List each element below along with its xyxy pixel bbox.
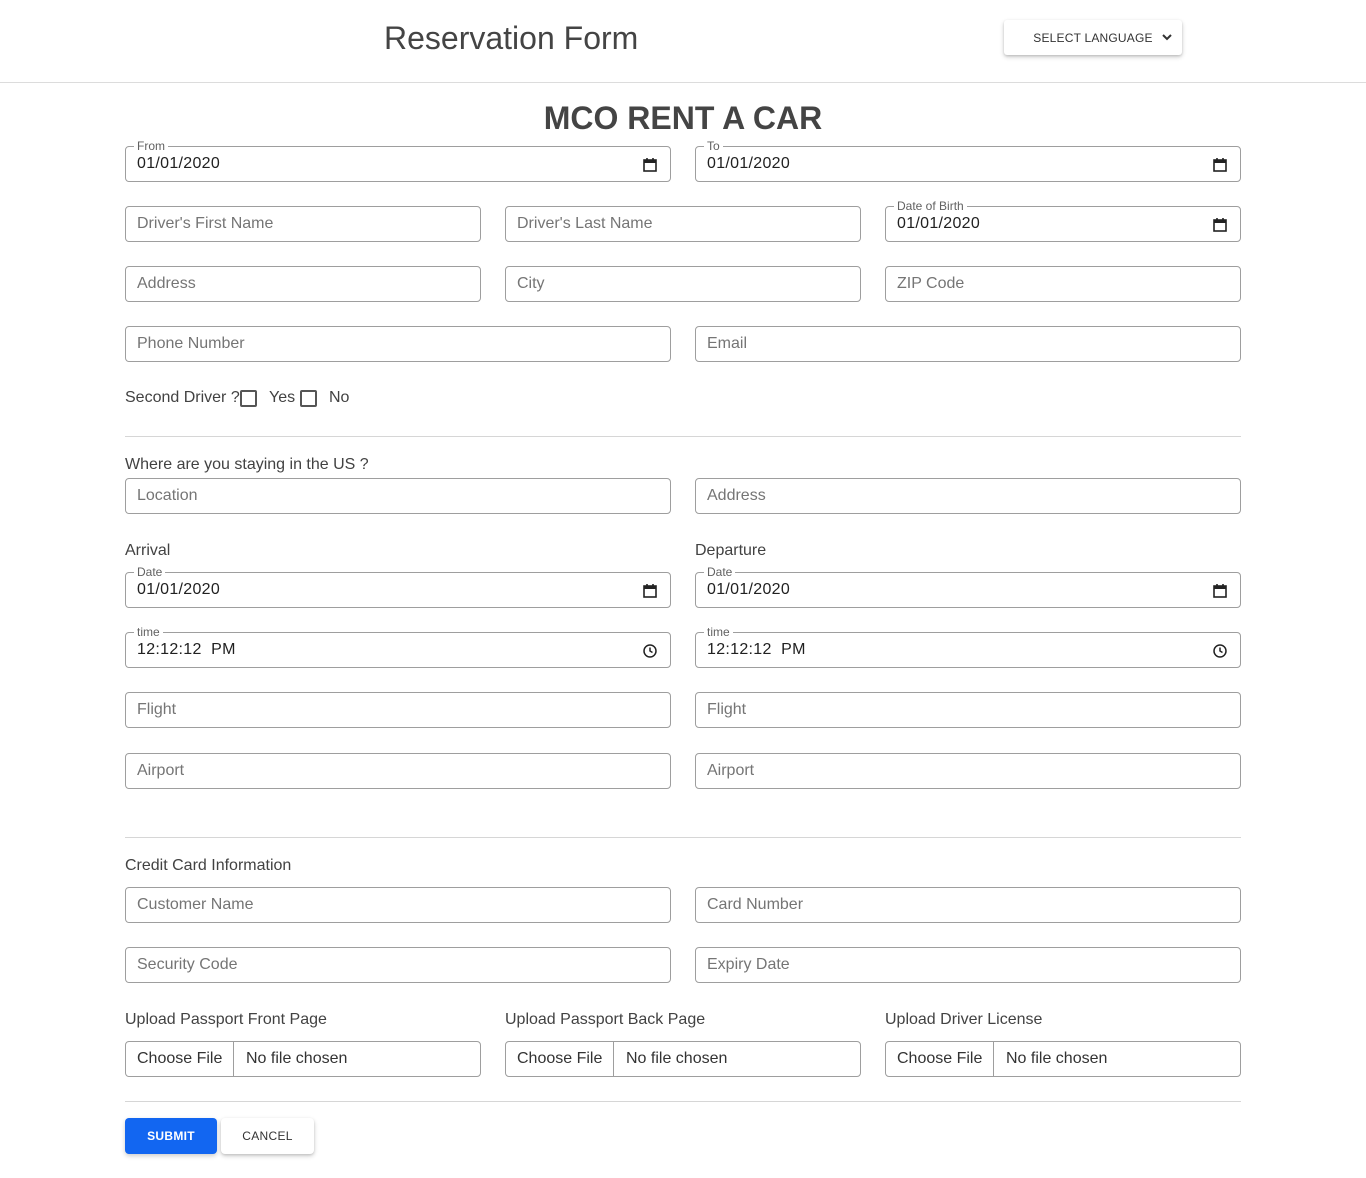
arrival-airport-field[interactable]: Airport (125, 753, 671, 789)
calendar-icon[interactable] (642, 157, 658, 173)
stay-address-field[interactable]: Address (695, 478, 1241, 514)
app-title: Reservation Form (384, 20, 639, 56)
credit-card-heading: Credit Card Information (125, 857, 292, 874)
security-code-field[interactable]: Security Code (125, 947, 671, 983)
upload-driver-license-label: Upload Driver License (885, 1011, 1043, 1028)
upload-passport-front-label: Upload Passport Front Page (125, 1011, 327, 1028)
departure-date-label: Date (704, 565, 736, 579)
cancel-button[interactable]: CANCEL (221, 1118, 314, 1154)
stay-address-placeholder: Address (707, 487, 766, 504)
departure-airport-placeholder: Airport (707, 762, 755, 779)
clock-icon[interactable] (642, 643, 658, 659)
departure-date-value: 01/01/2020 (707, 581, 791, 598)
divider (125, 436, 1241, 437)
choose-file-button[interactable]: Choose File (886, 1042, 994, 1076)
upload-passport-back-label: Upload Passport Back Page (505, 1011, 706, 1028)
divider (125, 837, 1241, 838)
arrival-flight-placeholder: Flight (137, 701, 177, 718)
arrival-time-field[interactable]: time 12:12:12 PM (125, 625, 671, 668)
upload-passport-front-input[interactable]: Choose File No file chosen (125, 1041, 481, 1077)
expiry-date-field[interactable]: Expiry Date (695, 947, 1241, 983)
language-select-label: SELECT LANGUAGE (1033, 30, 1153, 45)
card-number-placeholder: Card Number (707, 896, 804, 913)
choose-file-button[interactable]: Choose File (506, 1042, 614, 1076)
departure-flight-placeholder: Flight (707, 701, 747, 718)
arrival-date-value: 01/01/2020 (137, 581, 221, 598)
customer-name-placeholder: Customer Name (137, 896, 254, 913)
to-date-value: 01/01/2020 (707, 155, 791, 172)
arrival-airport-placeholder: Airport (137, 762, 185, 779)
phone-field[interactable]: Phone Number (125, 326, 671, 362)
city-placeholder: City (517, 275, 545, 292)
zip-placeholder: ZIP Code (897, 275, 965, 292)
address-field[interactable]: Address (125, 266, 481, 302)
departure-airport-field[interactable]: Airport (695, 753, 1241, 789)
customer-name-field[interactable]: Customer Name (125, 887, 671, 923)
city-field[interactable]: City (505, 266, 861, 302)
file-status: No file chosen (626, 1050, 728, 1067)
divider (125, 1101, 1241, 1102)
dob-field[interactable]: Date of Birth 01/01/2020 (885, 199, 1241, 242)
from-date-field[interactable]: From 01/01/2020 (125, 139, 671, 182)
upload-passport-back-input[interactable]: Choose File No file chosen (505, 1041, 861, 1077)
from-date-label: From (134, 139, 168, 153)
stay-location-field[interactable]: Location (125, 478, 671, 514)
calendar-icon[interactable] (1212, 217, 1228, 233)
file-status: No file chosen (1006, 1050, 1108, 1067)
address-placeholder: Address (137, 275, 196, 292)
last-name-placeholder: Driver's Last Name (517, 215, 653, 232)
choose-file-button[interactable]: Choose File (126, 1042, 234, 1076)
calendar-icon[interactable] (1212, 583, 1228, 599)
security-code-placeholder: Security Code (137, 956, 238, 973)
second-driver-no-checkbox[interactable] (300, 390, 317, 407)
first-name-placeholder: Driver's First Name (137, 215, 274, 232)
file-status: No file chosen (246, 1050, 348, 1067)
second-driver-label: Second Driver ? (125, 389, 240, 406)
page-title: MCO RENT A CAR (543, 100, 823, 136)
calendar-icon[interactable] (642, 583, 658, 599)
zip-field[interactable]: ZIP Code (885, 266, 1241, 302)
clock-icon[interactable] (1212, 643, 1228, 659)
arrival-heading: Arrival (125, 542, 171, 559)
to-date-label: To (704, 139, 723, 153)
arrival-time-label: time (134, 625, 163, 639)
card-number-field[interactable]: Card Number (695, 887, 1241, 923)
second-driver-yes-label: Yes (269, 389, 296, 406)
chevron-down-icon (1162, 34, 1172, 41)
expiry-date-placeholder: Expiry Date (707, 956, 790, 973)
departure-flight-field[interactable]: Flight (695, 692, 1241, 728)
arrival-date-field[interactable]: Date 01/01/2020 (125, 565, 671, 608)
arrival-flight-field[interactable]: Flight (125, 692, 671, 728)
second-driver-no-label: No (329, 389, 350, 406)
departure-time-value: 12:12:12 PM (707, 641, 806, 658)
submit-button[interactable]: SUBMIT (125, 1118, 217, 1154)
upload-driver-license-input[interactable]: Choose File No file chosen (885, 1041, 1241, 1077)
email-field[interactable]: Email (695, 326, 1241, 362)
second-driver-yes-checkbox[interactable] (240, 390, 257, 407)
phone-placeholder: Phone Number (137, 335, 245, 352)
departure-time-label: time (704, 625, 733, 639)
stay-location-placeholder: Location (137, 487, 198, 504)
departure-heading: Departure (695, 542, 767, 559)
email-placeholder: Email (707, 335, 748, 352)
from-date-value: 01/01/2020 (137, 155, 221, 172)
calendar-icon[interactable] (1212, 157, 1228, 173)
departure-date-field[interactable]: Date 01/01/2020 (695, 565, 1241, 608)
first-name-field[interactable]: Driver's First Name (125, 206, 481, 242)
dob-value: 01/01/2020 (897, 215, 981, 232)
dob-label: Date of Birth (894, 199, 967, 213)
last-name-field[interactable]: Driver's Last Name (505, 206, 861, 242)
language-select[interactable]: SELECT LANGUAGE (1004, 20, 1182, 55)
arrival-time-value: 12:12:12 PM (137, 641, 236, 658)
header: Reservation Form SELECT LANGUAGE (0, 0, 1366, 83)
arrival-date-label: Date (134, 565, 166, 579)
departure-time-field[interactable]: time 12:12:12 PM (695, 625, 1241, 668)
to-date-field[interactable]: To 01/01/2020 (695, 139, 1241, 182)
stay-label: Where are you staying in the US ? (125, 456, 369, 473)
